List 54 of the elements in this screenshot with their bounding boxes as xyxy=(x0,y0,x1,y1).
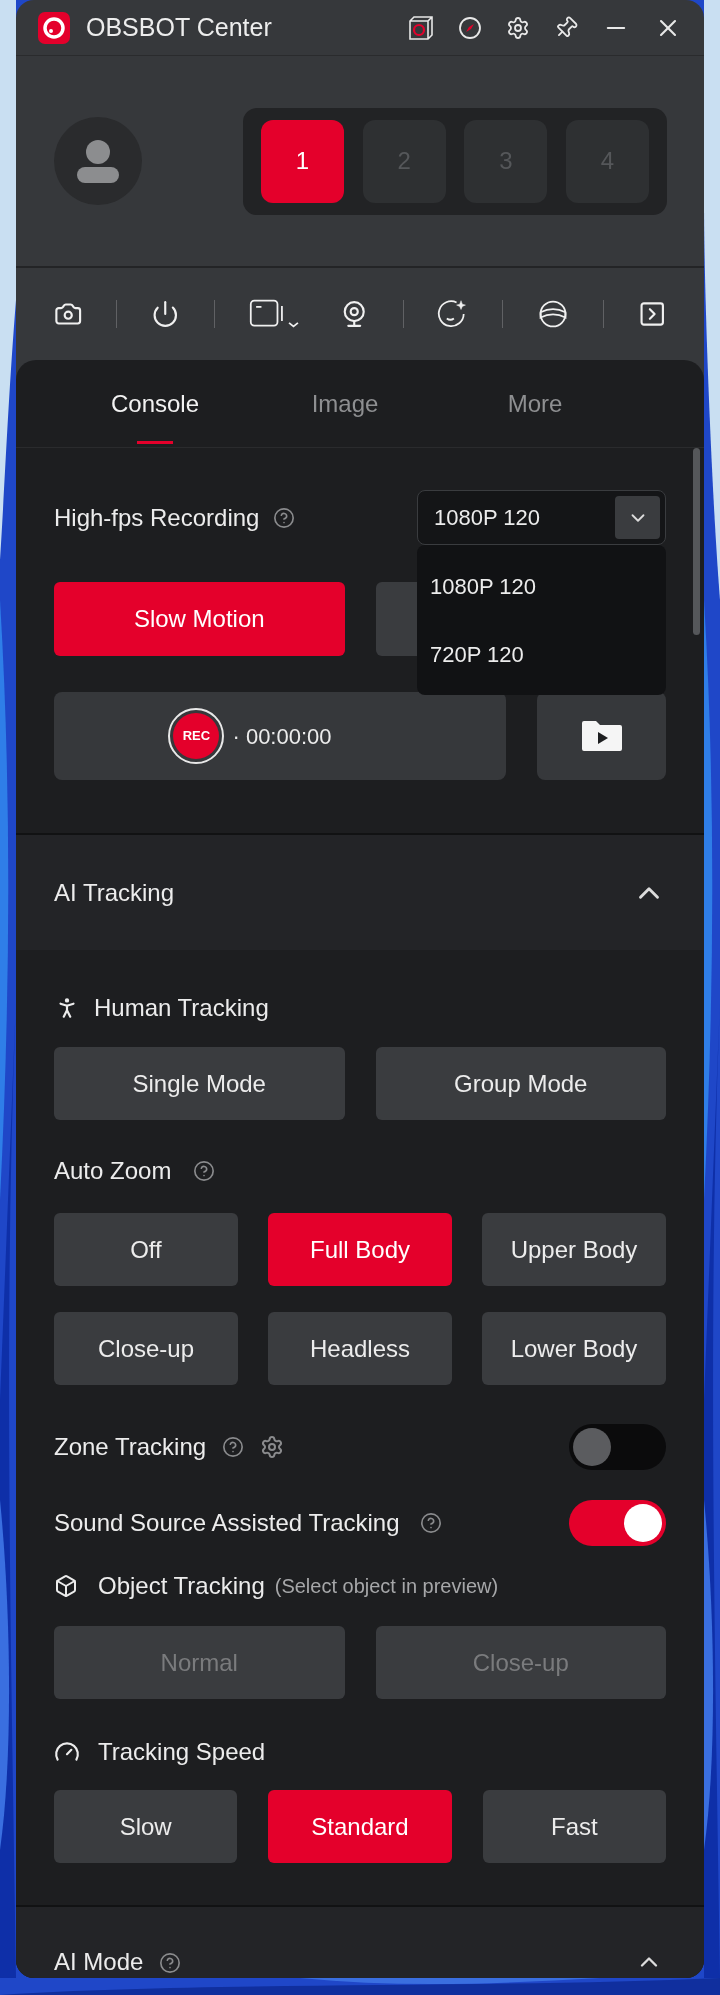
section-header[interactable]: AI Tracking xyxy=(16,835,704,950)
option-button[interactable]: Close-up xyxy=(54,1312,238,1385)
power-icon[interactable] xyxy=(151,298,180,330)
help-icon[interactable] xyxy=(222,1436,245,1458)
setting-label: Object Tracking xyxy=(98,1571,265,1601)
record-button[interactable]: REC · 00:00:00 xyxy=(54,692,506,780)
option-button[interactable]: Slow xyxy=(54,1790,238,1863)
dropdown-option[interactable]: 1080P 120 xyxy=(430,562,653,610)
option-button[interactable]: Lower Body xyxy=(482,1312,666,1385)
option-button[interactable]: Single Mode xyxy=(54,1047,345,1120)
settings-icon[interactable] xyxy=(260,1435,285,1459)
option-button[interactable]: Upper Body xyxy=(482,1213,666,1286)
setting-label: High-fps Recording xyxy=(54,502,260,533)
folder-play-icon xyxy=(581,721,622,751)
mode-button[interactable]: Slow Motion xyxy=(54,582,345,656)
setting-label: Tracking Speed xyxy=(98,1737,266,1767)
dropdown-option[interactable]: 720P 120 xyxy=(430,630,653,678)
dropdown-toggle[interactable] xyxy=(615,496,660,539)
rec-badge: REC xyxy=(173,713,220,759)
section-title: AI Mode xyxy=(54,1948,144,1976)
tab[interactable]: Console xyxy=(60,360,250,447)
scrollbar[interactable] xyxy=(693,448,700,635)
device-button[interactable]: 1 xyxy=(261,119,344,203)
option-button[interactable]: Off xyxy=(54,1213,238,1286)
option-button[interactable]: Headless xyxy=(268,1312,452,1385)
compass-icon[interactable] xyxy=(458,15,482,40)
dropdown-value: 1080P 120 xyxy=(434,504,541,532)
cube-icon[interactable] xyxy=(408,14,434,41)
tab[interactable]: More xyxy=(440,360,630,447)
section-title: AI Tracking xyxy=(54,877,175,908)
option-button[interactable]: Full Body xyxy=(268,1213,452,1286)
toggle-switch[interactable] xyxy=(569,1500,666,1546)
option-button[interactable]: Group Mode xyxy=(375,1047,666,1120)
settings-icon[interactable] xyxy=(506,15,530,40)
window-title: OBSBOT Center xyxy=(86,11,272,43)
setting-label: Zone Tracking xyxy=(54,1432,207,1462)
record-timer: · 00:00:00 xyxy=(232,722,332,751)
open-folder-button[interactable] xyxy=(537,692,666,780)
resolution-dropdown[interactable]: 1080P 120 xyxy=(417,490,666,545)
setting-label: Sound Source Assisted Tracking xyxy=(54,1508,400,1538)
tab[interactable]: Image xyxy=(250,360,440,447)
option-button[interactable]: Fast xyxy=(482,1790,666,1863)
help-icon[interactable] xyxy=(193,1160,216,1182)
help-icon[interactable] xyxy=(159,1952,182,1974)
setting-label: Human Tracking xyxy=(94,993,269,1023)
option-button[interactable]: Standard xyxy=(268,1790,452,1863)
help-icon[interactable] xyxy=(419,1512,442,1534)
help-icon[interactable] xyxy=(273,506,296,529)
app-logo xyxy=(38,11,70,44)
section-header[interactable]: AI Mode xyxy=(16,1907,704,1978)
setting-hint: (Select object in preview) xyxy=(274,1574,499,1599)
toggle-switch[interactable] xyxy=(569,1424,666,1470)
setting-label: Auto Zoom xyxy=(54,1156,172,1186)
cube-icon xyxy=(54,1574,78,1598)
